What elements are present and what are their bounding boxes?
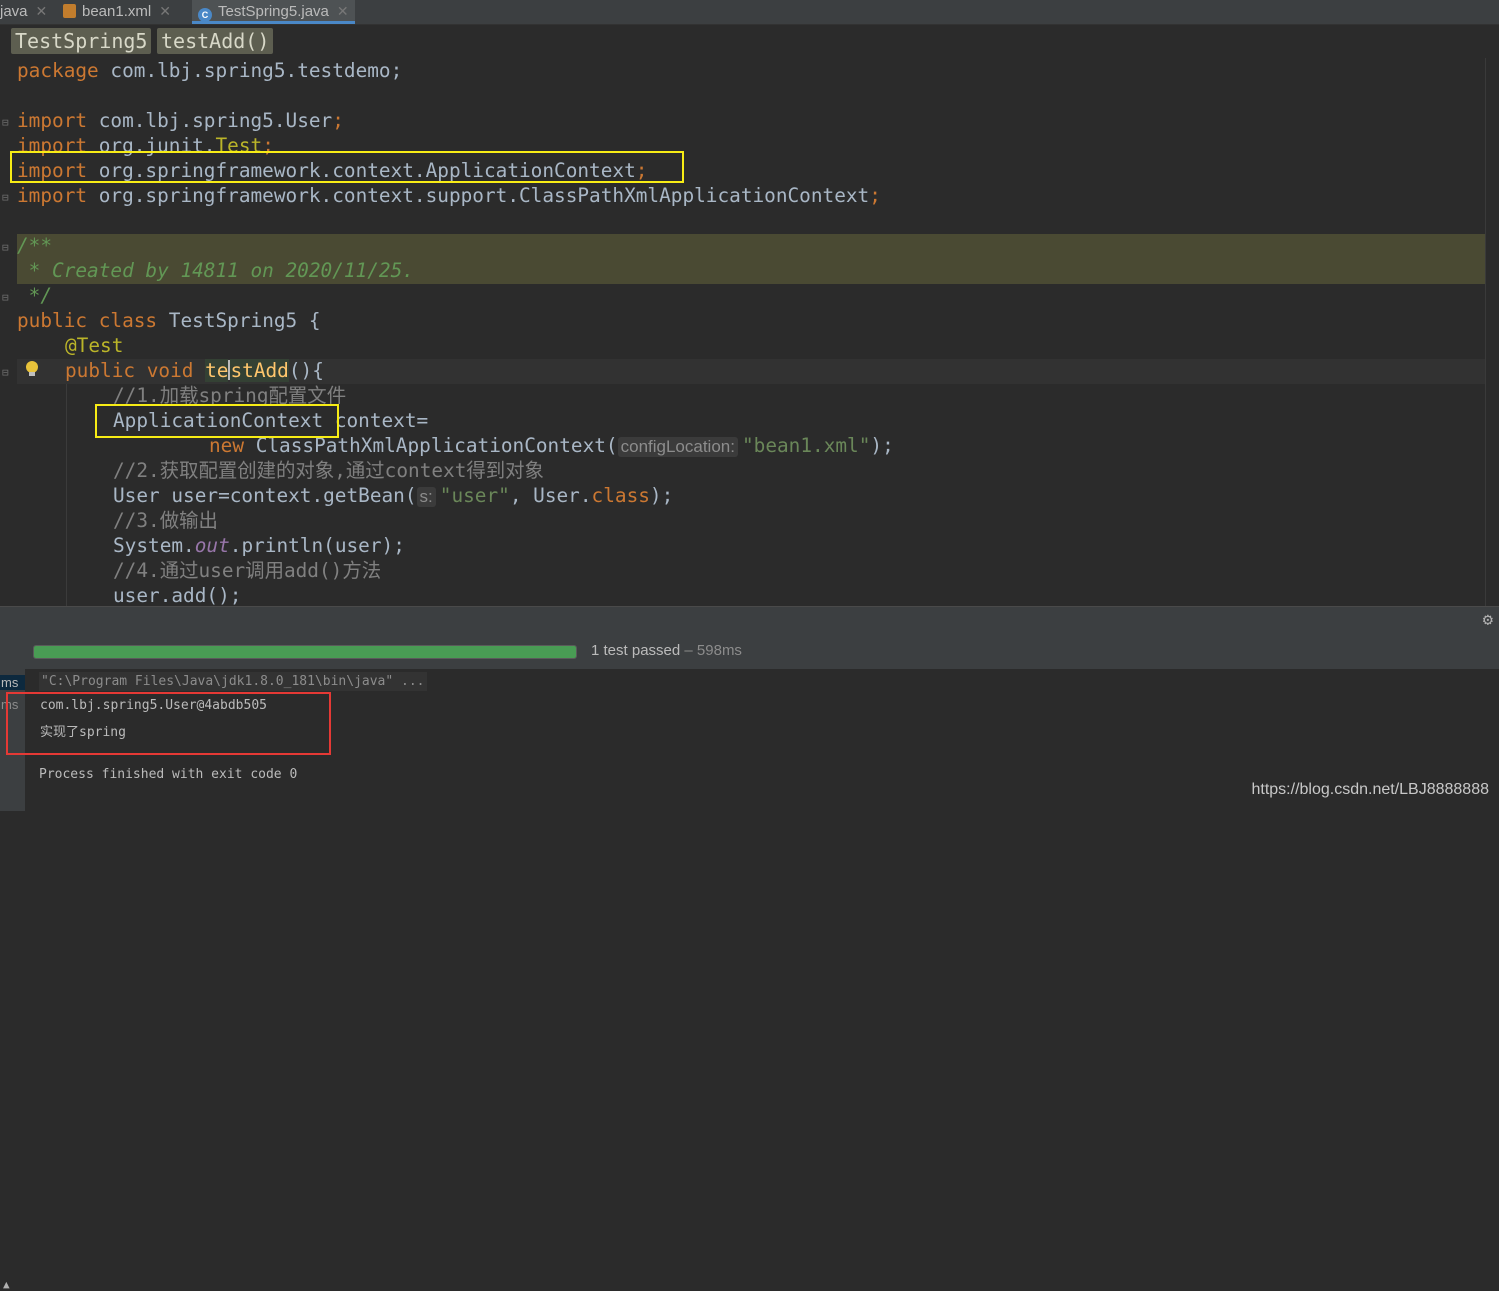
class-name: TestSpring5 {	[168, 309, 321, 332]
parameter-hint: configLocation:	[617, 437, 738, 457]
argument: , User.	[509, 484, 592, 507]
test-result-label: 1 test passed	[591, 642, 681, 659]
test-time[interactable]: ms	[0, 675, 25, 690]
code-line-add: user.add();	[113, 583, 241, 606]
code-line-class: public class TestSpring5 {	[17, 308, 321, 333]
code-line-method: public void te stAdd(){	[65, 358, 324, 383]
comment-4: //4.通过user调用add()方法	[113, 559, 382, 582]
doc-comment-open: /**	[17, 234, 53, 257]
method-name: stAdd	[230, 359, 289, 382]
highlight-box-import	[10, 151, 684, 183]
test-progress-row: ▲ 1 test passed – 598ms	[0, 633, 1499, 1291]
close-paren: );	[649, 484, 674, 507]
editor-scrollbar[interactable]	[1485, 58, 1499, 606]
fold-icon[interactable]: ⊟	[2, 366, 9, 379]
static-field: out	[194, 534, 230, 557]
fold-icon[interactable]: ⊟	[2, 241, 9, 254]
string-literal: "bean1.xml"	[741, 434, 871, 457]
tab-label: bean1.xml	[82, 3, 152, 20]
highlight-box-applicationcontext	[95, 404, 339, 438]
comment-3: //3.做输出	[113, 509, 218, 532]
doc-comment-body: * Created by 14811 on 2020/11/25.	[17, 259, 414, 282]
string-literal: "user"	[439, 484, 510, 507]
tab-label: TestSpring5.java	[218, 3, 329, 20]
import-path: com.lbj.spring5.User	[98, 109, 333, 132]
package-name: com.lbj.spring5.testdemo;	[110, 59, 403, 82]
code-line-3: import com.lbj.spring5.User;	[17, 108, 344, 133]
comment-2: //2.获取配置创建的对象,通过context得到对象	[113, 459, 544, 482]
test-progress-bar	[33, 645, 577, 659]
keyword: package	[17, 59, 99, 82]
class-ref: System.	[113, 534, 195, 557]
keyword: public	[17, 309, 88, 332]
lightbulb-icon[interactable]	[25, 360, 39, 378]
method-call: user.add();	[113, 584, 242, 606]
fold-icon[interactable]: ⊟	[2, 116, 9, 129]
highlight-box-output	[6, 692, 331, 755]
tab-java[interactable]: java ✕	[0, 0, 47, 24]
code-line-getbean: User user=context.getBean(s: "user", User…	[113, 483, 673, 508]
code-line-println: System.out.println(user);	[113, 533, 405, 558]
progress-fill	[34, 646, 576, 658]
run-panel-header: ⚙	[0, 606, 1499, 633]
collapse-icon[interactable]: ▲	[3, 1278, 10, 1291]
editor-tab-bar: java ✕ bean1.xml ✕ C TestSpring5.java ✕	[0, 0, 1499, 25]
keyword: class	[98, 309, 158, 332]
xml-file-icon	[63, 4, 76, 18]
close-icon[interactable]: ✕	[159, 3, 171, 19]
java-command: "C:\Program Files\Java\jdk1.8.0_181\bin\…	[39, 672, 427, 691]
test-result: 1 test passed – 598ms	[591, 642, 742, 659]
import-path: org.springframework.context.support.Clas…	[98, 184, 870, 207]
close-icon[interactable]: ✕	[36, 3, 48, 19]
test-duration: – 598ms	[680, 642, 742, 659]
fold-icon[interactable]: ⊟	[2, 191, 9, 204]
annotation: @Test	[65, 334, 124, 357]
console-command-line: "C:\Program Files\Java\jdk1.8.0_181\bin\…	[39, 672, 427, 691]
indent-guide	[66, 384, 67, 606]
code-line-6: import org.springframework.context.suppo…	[17, 183, 881, 208]
keyword: import	[17, 109, 88, 132]
tab-bean1-xml[interactable]: bean1.xml ✕	[63, 0, 171, 24]
code-line-1: package com.lbj.spring5.testdemo;	[17, 58, 402, 83]
java-class-icon: C	[198, 8, 212, 22]
parameter-hint: s:	[416, 487, 436, 507]
gear-icon[interactable]: ⚙	[1483, 610, 1493, 630]
close-icon[interactable]: ✕	[337, 3, 349, 19]
breadcrumb-method[interactable]: testAdd()	[157, 28, 274, 54]
keyword: void	[146, 359, 194, 382]
method-name: te	[205, 359, 229, 382]
code-editor[interactable]: ⊟ ⊟ ⊟ ⊟ ⊟ package com.lbj.spring5.testde…	[0, 58, 1486, 606]
console-exit-line: Process finished with exit code 0	[39, 767, 298, 782]
fold-icon[interactable]: ⊟	[2, 291, 9, 304]
close-paren: );	[870, 434, 894, 457]
breadcrumb: TestSpring5 testAdd()	[0, 25, 1499, 58]
doc-comment-close: */	[17, 284, 53, 307]
watermark: https://blog.csdn.net/LBJ8888888	[1251, 781, 1489, 798]
keyword: public	[65, 359, 136, 382]
method-call: User user=context.getBean(	[113, 484, 417, 507]
tab-testspring5-java[interactable]: C TestSpring5.java ✕	[192, 0, 355, 24]
method-parens: (){	[288, 359, 324, 382]
keyword: class	[591, 484, 650, 507]
semicolon: ;	[869, 184, 881, 207]
keyword: import	[17, 184, 88, 207]
method-call: .println(user);	[229, 534, 405, 557]
semicolon: ;	[332, 109, 344, 132]
tab-label: java	[0, 3, 28, 20]
breadcrumb-class[interactable]: TestSpring5	[11, 28, 152, 54]
